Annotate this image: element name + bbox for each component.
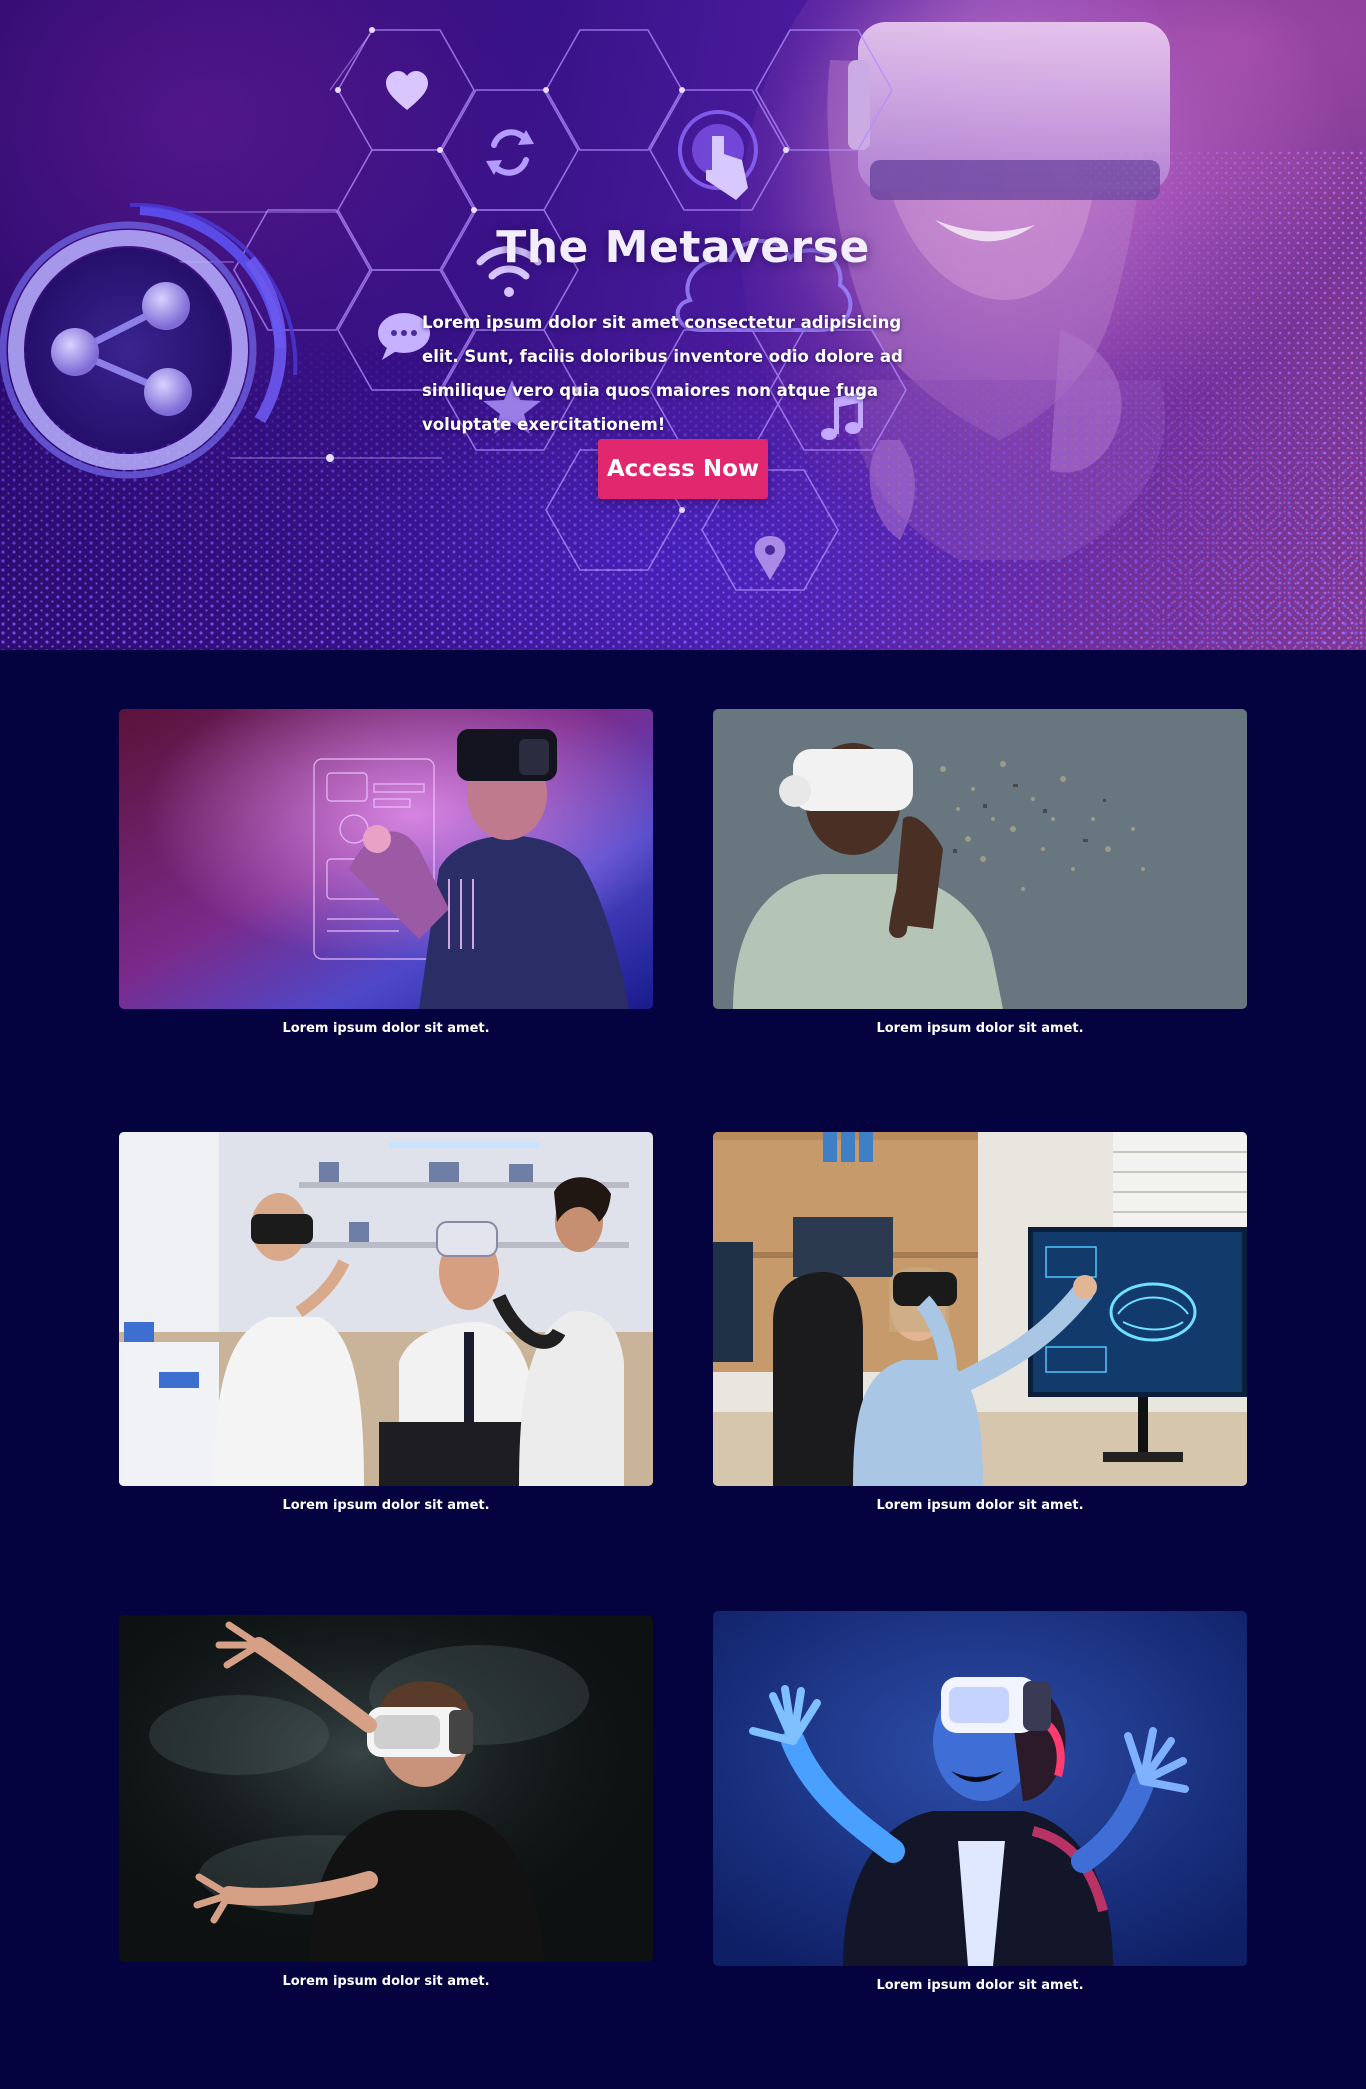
photo-scientists-lab-vr bbox=[119, 1132, 653, 1486]
touch-icon bbox=[678, 110, 758, 200]
photo-boy-vr-smoke bbox=[119, 1615, 653, 1962]
access-now-button[interactable]: Access Now bbox=[598, 439, 768, 499]
gallery-caption: Lorem ipsum dolor sit amet. bbox=[876, 1021, 1084, 1036]
photo-woman-vr-neon bbox=[713, 1611, 1247, 1966]
gallery-card[interactable]: Lorem ipsum dolor sit amet. bbox=[713, 1611, 1247, 1993]
image-gallery: Lorem ipsum dolor sit amet. Lorem ipsum … bbox=[0, 650, 1366, 2089]
hero-banner: The Metaverse Lorem ipsum dolor sit amet… bbox=[0, 0, 1366, 650]
gallery-card[interactable]: Lorem ipsum dolor sit amet. bbox=[119, 1132, 653, 1513]
gallery-caption: Lorem ipsum dolor sit amet. bbox=[282, 1498, 490, 1513]
hero-description: Lorem ipsum dolor sit amet consectetur a… bbox=[422, 313, 903, 434]
gallery-card[interactable]: Lorem ipsum dolor sit amet. bbox=[713, 709, 1247, 1036]
photo-man-hoodie-vr-particles bbox=[713, 709, 1247, 1009]
photo-woman-vr-brain-screen bbox=[713, 1132, 1247, 1486]
photo-man-vr-hologram bbox=[119, 709, 653, 1009]
hero-title: The Metaverse bbox=[496, 222, 870, 273]
gallery-caption: Lorem ipsum dolor sit amet. bbox=[876, 1978, 1084, 1993]
gallery-card[interactable]: Lorem ipsum dolor sit amet. bbox=[119, 1615, 653, 1989]
heart-icon bbox=[386, 71, 428, 110]
sync-icon bbox=[486, 129, 534, 176]
gallery-caption: Lorem ipsum dolor sit amet. bbox=[282, 1021, 490, 1036]
gallery-card[interactable]: Lorem ipsum dolor sit amet. bbox=[119, 709, 653, 1036]
gallery-caption: Lorem ipsum dolor sit amet. bbox=[876, 1498, 1084, 1513]
gallery-card[interactable]: Lorem ipsum dolor sit amet. bbox=[713, 1132, 1247, 1513]
gallery-caption: Lorem ipsum dolor sit amet. bbox=[282, 1974, 490, 1989]
